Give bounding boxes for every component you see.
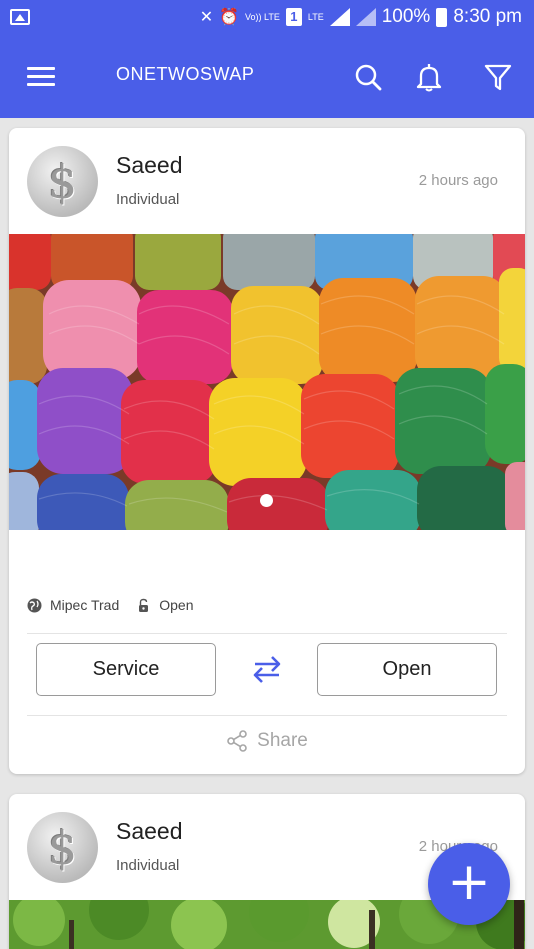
status-label: Open [159,597,194,613]
post-card[interactable]: $ Saeed Individual 2 hours ago [9,128,525,774]
bell-icon[interactable] [414,62,444,92]
mute-icon: ✕ [199,9,214,26]
menu-icon[interactable] [27,67,55,87]
app-title: ONETWOSWAP [116,64,255,84]
clock: 8:30 pm [453,6,522,27]
battery-percent: 100% [381,6,431,27]
filter-icon[interactable] [483,62,513,92]
search-icon[interactable] [353,62,383,92]
alarm-icon: ⏰ [219,9,240,26]
share-button[interactable]: Share [9,730,525,752]
lte-label: LTE [307,11,324,22]
gallery-notification-icon [10,9,30,25]
signal-secondary-icon [355,8,376,26]
battery-icon [436,7,448,27]
dollar-icon: $ [47,820,78,875]
post-image[interactable] [9,234,525,530]
yarn-balls-image [9,234,525,530]
app-bar: ONETWOSWAP [0,38,534,118]
post-time: 2 hours ago [418,172,498,189]
service-button[interactable]: Service [36,643,216,696]
user-type: Individual [116,857,180,874]
add-post-button[interactable]: + [428,843,510,925]
location-label: Mipec Trad [50,597,120,613]
volte-label: Vo)) LTE [245,11,280,22]
divider [27,715,507,716]
open-button[interactable]: Open [317,643,497,696]
dollar-icon: $ [47,154,78,209]
share-label: Share [257,730,308,751]
avatar[interactable]: $ [27,812,98,883]
status-bar: ✕ ⏰ Vo)) LTE 1 LTE 100% 8:30 pm [0,0,534,38]
swap-icon[interactable] [249,651,285,687]
plus-icon: + [447,852,491,912]
user-type: Individual [116,191,180,208]
post-meta: Mipec Trad Open [27,597,194,613]
sim-badge: 1 [285,8,302,26]
lock-open-icon [136,598,151,613]
signal-icon [329,8,350,26]
user-name[interactable]: Saeed [116,818,183,845]
divider [27,633,507,634]
globe-icon [27,598,42,613]
user-name[interactable]: Saeed [116,152,183,179]
carousel-indicator[interactable] [260,494,273,507]
share-icon [227,730,247,752]
avatar[interactable]: $ [27,146,98,217]
